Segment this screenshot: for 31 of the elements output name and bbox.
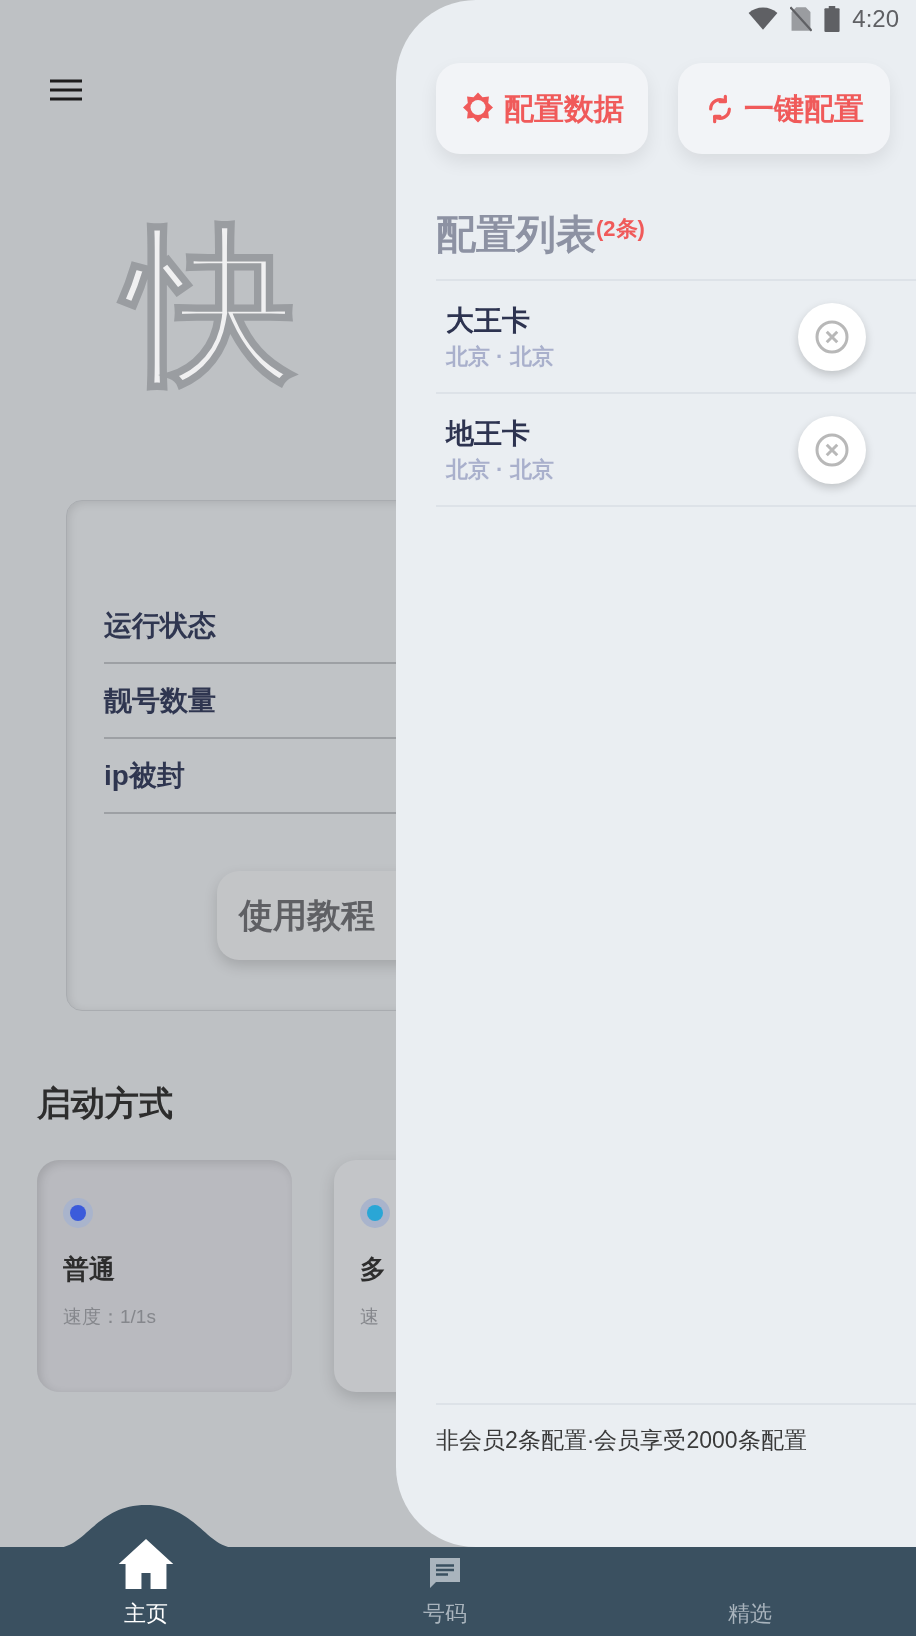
- mode-speed: 速: [360, 1305, 380, 1329]
- battery-icon: [824, 6, 841, 32]
- nav-tab[interactable]: 精选: [597, 1547, 902, 1636]
- config-name: 大王卡: [446, 303, 531, 338]
- close-icon: [814, 431, 850, 468]
- mode-name: 普通: [63, 1253, 116, 1286]
- config-location: 北京 · 北京: [446, 342, 555, 371]
- list-count: (2条): [596, 215, 645, 243]
- config-location: 北京 · 北京: [446, 455, 555, 484]
- list-title: 配置列表: [436, 211, 596, 258]
- menu-icon: [50, 79, 82, 101]
- action-button[interactable]: 一键配置: [678, 63, 890, 154]
- status-label: ip被封: [104, 758, 185, 793]
- mode-name: 多: [360, 1253, 387, 1286]
- nav-tab[interactable]: 主页: [0, 1512, 292, 1636]
- config-name: 地王卡: [446, 416, 531, 451]
- delete-button[interactable]: [798, 415, 866, 484]
- section-heading: 启动方式: [37, 1083, 173, 1124]
- close-icon: [814, 318, 850, 355]
- footer-note: 非会员2条配置·会员享受2000条配置: [436, 1427, 807, 1453]
- delete-button[interactable]: [798, 302, 866, 371]
- nav-tab[interactable]: 号码: [292, 1547, 597, 1636]
- action-button[interactable]: 配置数据: [436, 63, 648, 154]
- status-label: 靓号数量: [104, 683, 216, 718]
- status-label: 运行状态: [104, 608, 216, 643]
- no-sim-icon: [790, 6, 813, 32]
- tutorial-button[interactable]: 使用教程: [217, 871, 396, 960]
- home-icon: [118, 1539, 174, 1589]
- mode-card[interactable]: 多 速: [334, 1160, 396, 1392]
- clock: 4:20: [852, 4, 899, 34]
- wifi-icon: [748, 7, 779, 31]
